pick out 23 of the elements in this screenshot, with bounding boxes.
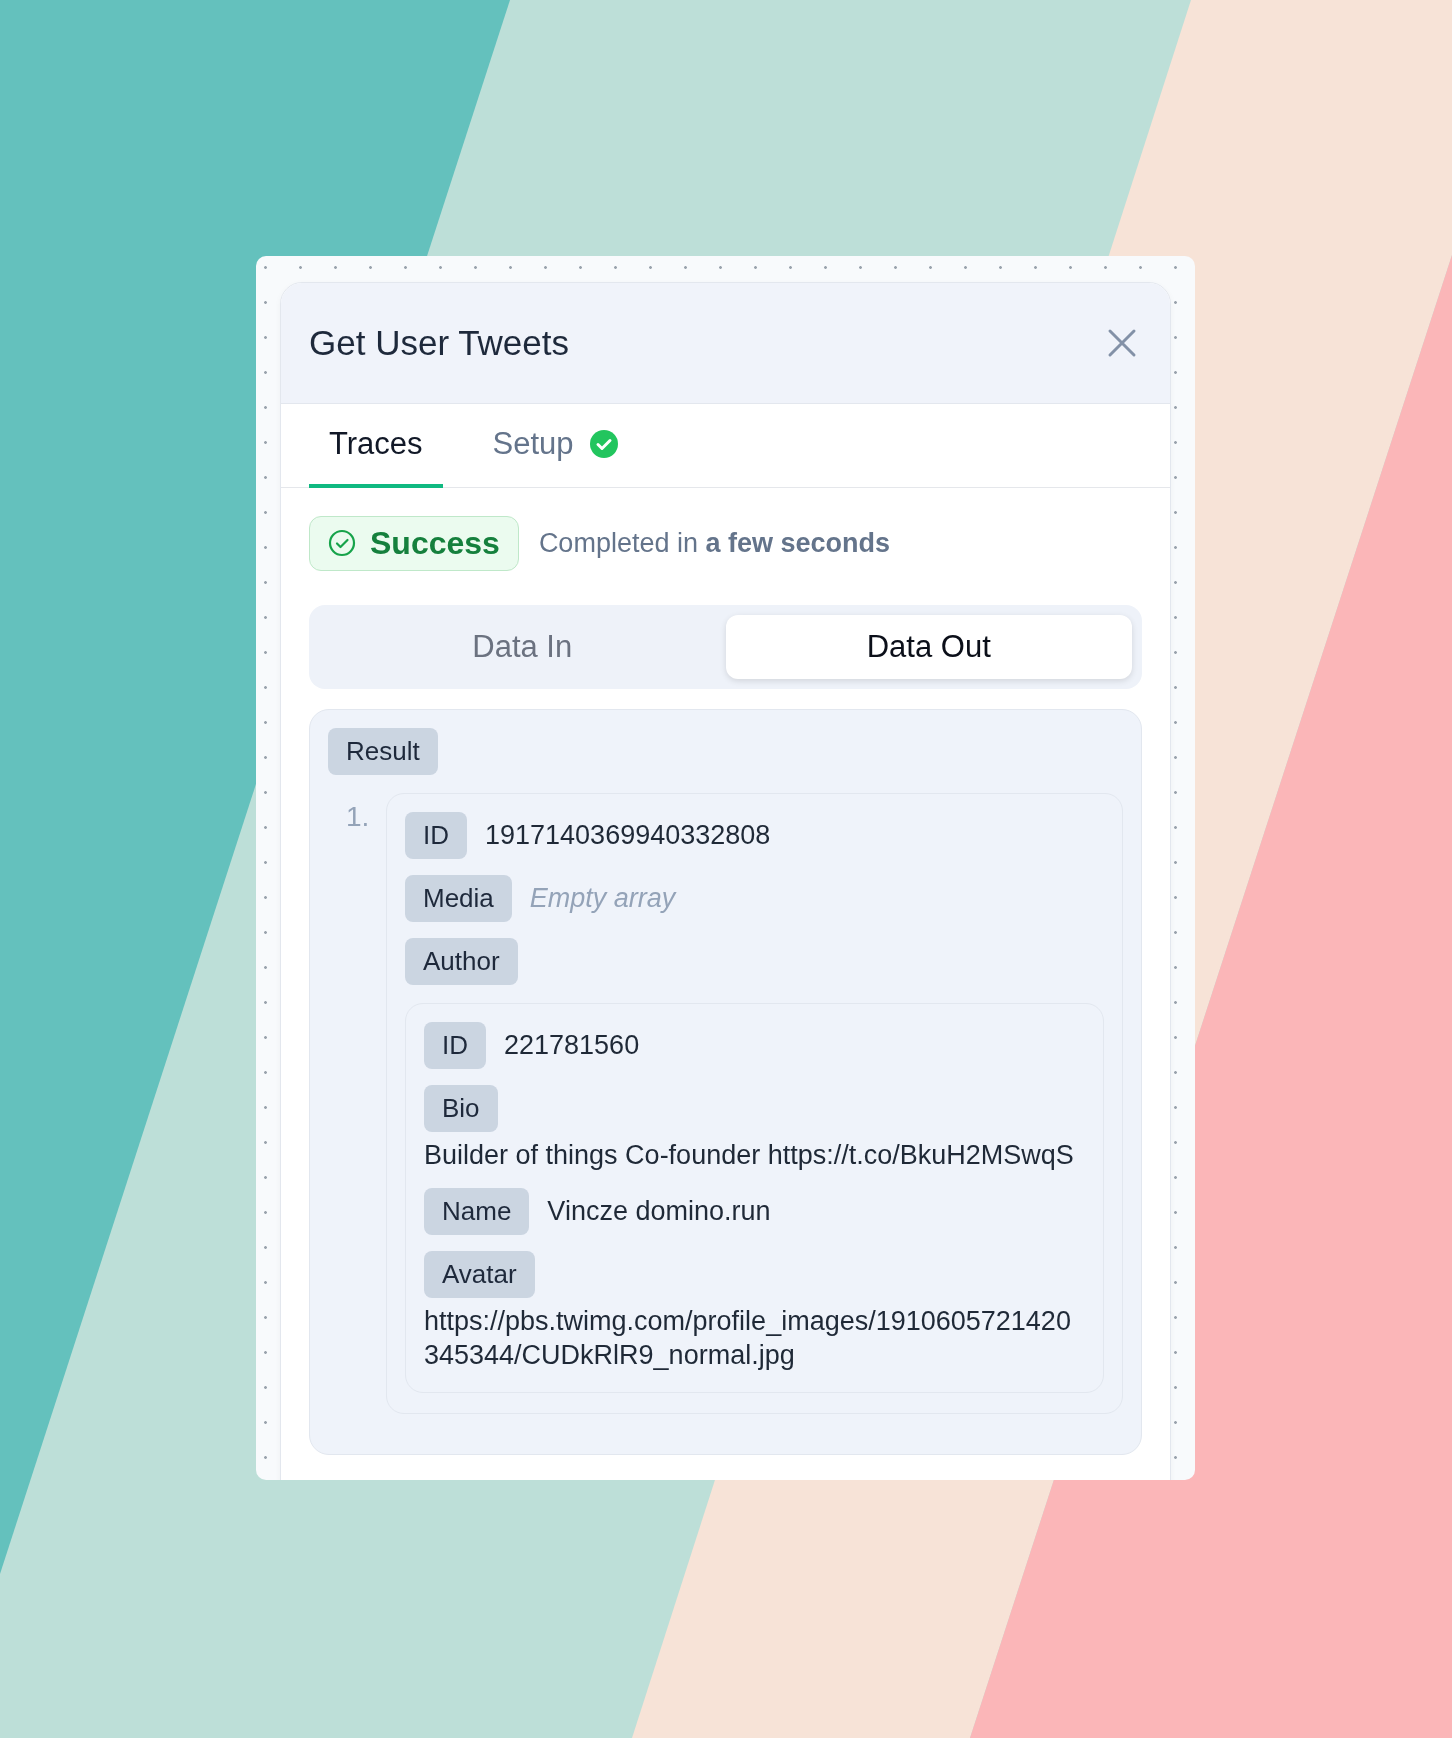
item-number: 1.: [345, 799, 371, 834]
field-value: 1917140369940332808: [485, 819, 771, 851]
field-value: https://pbs.twimg.com/profile_images/1910605721420345344/CUDkRlR9_normal.jpg: [424, 1304, 1072, 1372]
dialog-title: Get User Tweets: [309, 323, 569, 363]
tab[interactable]: Setup: [472, 404, 638, 488]
field-label: Media: [405, 874, 512, 922]
field-value: Builder of things Co-founder https://t.co/BkuH2MSwqS: [424, 1138, 1075, 1172]
segment-button[interactable]: Data Out: [725, 614, 1132, 679]
field-label: ID: [424, 1021, 486, 1069]
field-label: Name: [424, 1187, 530, 1235]
status-badge: Success: [309, 515, 519, 571]
field-label: Bio: [424, 1084, 498, 1132]
field-label: ID: [405, 811, 467, 859]
tab[interactable]: Traces: [309, 404, 443, 488]
field-value: Vincze domino.run: [547, 1195, 771, 1227]
completion-text: Completed in a few seconds: [538, 527, 891, 559]
segment-button[interactable]: Data In: [319, 614, 726, 679]
empty-value: Empty array: [529, 882, 676, 914]
field-label: Author: [405, 937, 518, 985]
result-label: Result: [328, 727, 438, 775]
check-circle-icon: [328, 529, 356, 557]
field-label: Avatar: [424, 1250, 535, 1298]
field-value: 221781560: [504, 1029, 640, 1061]
